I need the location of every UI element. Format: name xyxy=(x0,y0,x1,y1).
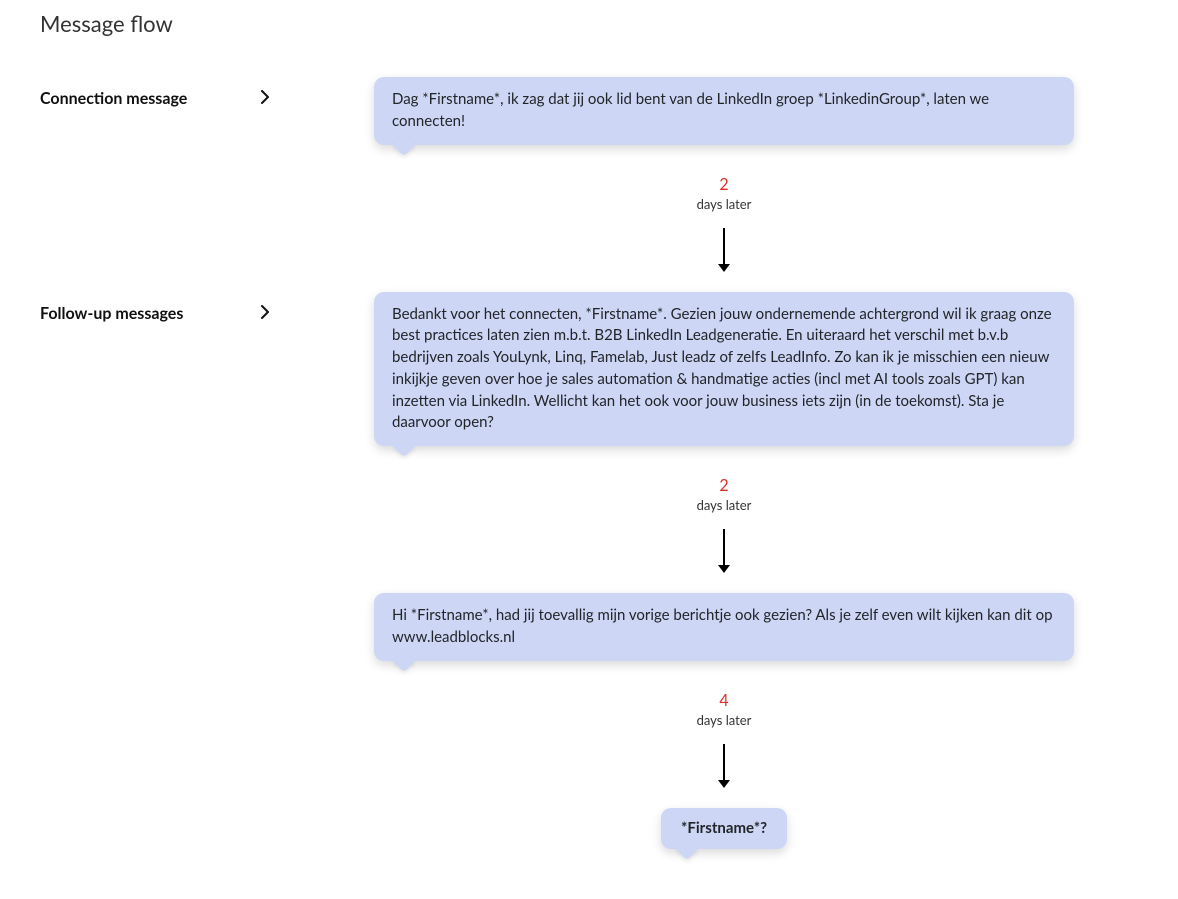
arrow-down-icon xyxy=(716,527,732,575)
message-bubble-followup-3: *Firstname*? xyxy=(661,808,787,850)
chevron-right-icon xyxy=(260,304,270,323)
chevron-right-icon xyxy=(260,89,270,108)
followup-label[interactable]: Follow-up messages xyxy=(40,292,300,323)
delay-label: days later xyxy=(697,712,752,728)
delay-number: 2 xyxy=(697,476,752,495)
delay-block: 2 days later xyxy=(697,175,752,212)
message-bubble-followup-2: Hi *Firstname*, had jij toevallig mijn v… xyxy=(374,593,1074,661)
delay-label: days later xyxy=(697,497,752,513)
message-bubble-followup-1: Bedankt voor het connecten, *Firstname*.… xyxy=(374,292,1074,447)
message-bubble-connection: Dag *Firstname*, ik zag dat jij ook lid … xyxy=(374,77,1074,145)
delay-block: 2 days later xyxy=(697,476,752,513)
connection-label[interactable]: Connection message xyxy=(40,77,300,108)
delay-block: 4 days later xyxy=(697,691,752,728)
delay-label: days later xyxy=(697,196,752,212)
arrow-down-icon xyxy=(716,226,732,274)
followup-label-text: Follow-up messages xyxy=(40,304,183,323)
delay-number: 4 xyxy=(697,691,752,710)
page-title: Message flow xyxy=(40,10,1148,37)
delay-number: 2 xyxy=(697,175,752,194)
arrow-down-icon xyxy=(716,742,732,790)
connection-label-text: Connection message xyxy=(40,89,187,108)
